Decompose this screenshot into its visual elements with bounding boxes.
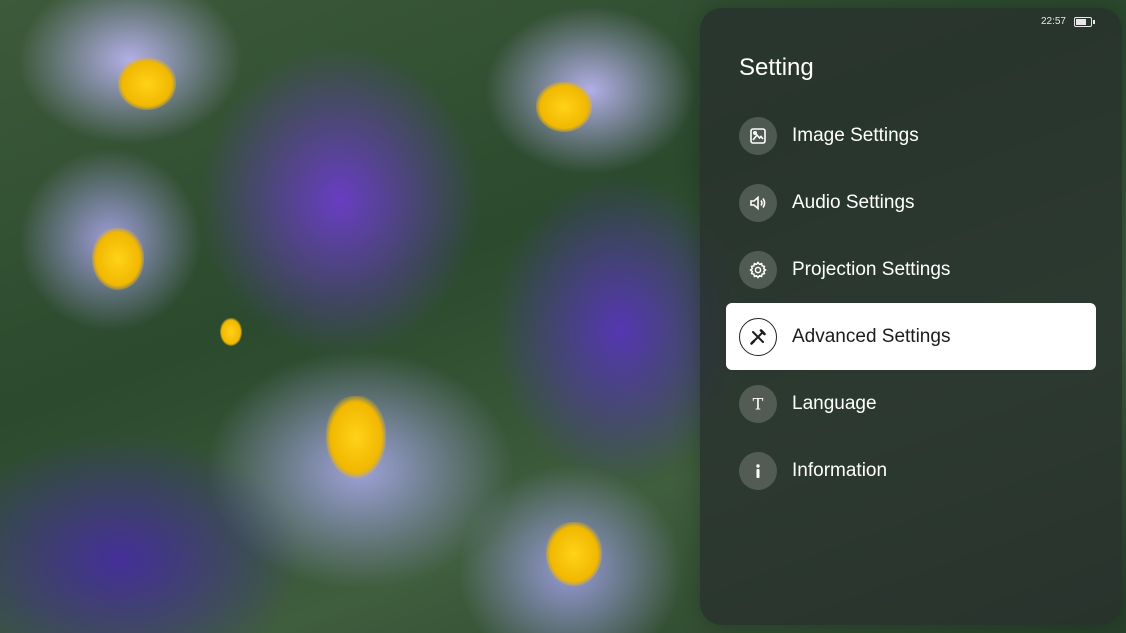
menu-item-label: Projection Settings (792, 258, 951, 280)
speaker-icon (739, 183, 777, 222)
menu-item-label: Information (792, 459, 888, 481)
settings-panel: 22:57 Setting Image Settings Audio Setti… (700, 8, 1122, 625)
menu-item-audio-settings[interactable]: Audio Settings (726, 169, 1096, 236)
flower-center-decoration (118, 58, 176, 110)
menu-item-label: Image Settings (792, 124, 919, 146)
panel-title: Setting (739, 54, 814, 81)
menu-item-label: Language (792, 392, 877, 414)
menu-item-label: Advanced Settings (792, 325, 951, 347)
menu-item-information[interactable]: Information (726, 437, 1096, 504)
menu-item-image-settings[interactable]: Image Settings (726, 102, 1096, 169)
flower-center-decoration (536, 82, 592, 132)
flower-center-decoration (546, 522, 602, 586)
image-icon (739, 116, 777, 155)
menu-item-language[interactable]: T Language (726, 370, 1096, 437)
tools-icon (739, 317, 777, 356)
menu-item-label: Audio Settings (792, 191, 915, 213)
flower-center-decoration (92, 228, 144, 290)
clock: 22:57 (1040, 16, 1066, 27)
info-icon (739, 451, 777, 490)
status-bar: 22:57 (1040, 16, 1095, 27)
battery-icon (1074, 16, 1095, 27)
menu-item-advanced-settings[interactable]: Advanced Settings (726, 303, 1096, 370)
home-screen: 22:57 Setting Image Settings Audio Setti… (0, 0, 1126, 633)
flower-center-decoration (326, 396, 386, 478)
svg-text:T: T (753, 394, 764, 413)
flower-center-decoration (220, 318, 242, 346)
menu-item-projection-settings[interactable]: Projection Settings (726, 236, 1096, 303)
settings-menu: Image Settings Audio Settings Projection… (726, 102, 1096, 504)
gear-icon (739, 250, 777, 289)
text-t-icon: T (739, 384, 777, 423)
